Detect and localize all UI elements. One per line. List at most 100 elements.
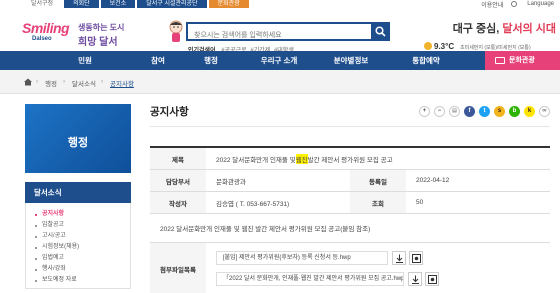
sidebar-header: 행정: [25, 104, 131, 173]
top-strip: 달서구청 의회단 보건소 달서구 시설관리공단 문화관광 이용안내 Langua…: [0, 0, 560, 9]
title-divider: [150, 126, 550, 127]
sidebar-item-announcement[interactable]: 고시/공고: [26, 231, 130, 242]
sidebar-item-press[interactable]: 보도예정 자료: [26, 275, 130, 286]
sidebar-item-recruit[interactable]: 시험정보(채용): [26, 242, 130, 253]
sidebar-section[interactable]: 달서소식: [25, 182, 131, 203]
sidebar-item-bid[interactable]: 입찰공고: [26, 220, 130, 231]
title-post: 발간 제안서 평가위원 모집 공고: [307, 156, 393, 164]
shrink-button[interactable]: −: [434, 106, 445, 117]
post-title: 2022 달서문화만개 인재풀 및 웹진 발간 제안서 평가위원 모집 공고: [206, 148, 550, 169]
air-quality: 초미세먼지 (보통)/미세먼지 (보통): [460, 45, 531, 51]
site-tab[interactable]: 달서구 시설관리공단: [137, 0, 207, 8]
attachment-label: 첨부파일목록: [150, 243, 206, 293]
breadcrumb-separator: ›: [63, 78, 66, 85]
breadcrumb-current[interactable]: 공지사항: [110, 78, 134, 88]
language-label: Language: [527, 1, 554, 8]
language-select[interactable]: Language: [511, 0, 554, 8]
breadcrumb: › 행정 › 달서소식 › 공지사항: [0, 70, 560, 94]
culture-tour-button[interactable]: 문화관광: [485, 51, 560, 70]
writer-row: 작성자 김승엽 ( T. 053-667-5731) 조회 50: [150, 192, 550, 214]
breadcrumb-item[interactable]: 달서소식: [72, 78, 96, 88]
district-slogan: 대구 중심, 달서의 시대: [453, 20, 556, 36]
culture-label: 문화관광: [509, 57, 535, 64]
nav-item[interactable]: 우리구 소개: [249, 51, 309, 70]
logo-subtext: Dalseo: [32, 36, 52, 42]
post-table: 제목 2022 달서문화만개 인재풀 및 웹진 발간 제안서 평가위원 모집 공…: [150, 146, 550, 293]
post-body: 2022 달서문화만개 인재풀 및 웹진 발간 제안서 평가위원 모집 공고(붙…: [160, 226, 371, 233]
nav-item[interactable]: 행정: [186, 51, 236, 70]
page-title: 공지사항: [150, 106, 189, 118]
sidebar-item-notice[interactable]: 공지사항: [26, 209, 130, 220]
globe-icon: [511, 0, 518, 7]
preview-icon: [428, 275, 437, 284]
nav-item[interactable]: 분야별정보: [321, 51, 381, 70]
link-copy-icon[interactable]: ∞: [539, 106, 550, 117]
download-button[interactable]: [392, 251, 406, 265]
date-label: 등록일: [350, 170, 406, 191]
dept-row: 담당부서 문화관광과 등록일 2022-04-12: [150, 170, 550, 192]
sidebar-item-events[interactable]: 행사/강좌: [26, 264, 130, 275]
main-nav: 민원 참여 행정 우리구 소개 분야별정보 통합예약 문화관광: [0, 51, 560, 70]
print-button[interactable]: ▤: [449, 106, 460, 117]
nav-item[interactable]: 통합예약: [396, 51, 456, 70]
writer-label: 작성자: [150, 192, 206, 213]
site-tab[interactable]: 의회단: [64, 0, 99, 8]
attachment-row: 첨부파일목록 [붙임] 제안서 평가위원(후보자) 등록 신청서 등.hwp 「…: [150, 243, 550, 293]
search-icon: [375, 26, 386, 37]
nav-item[interactable]: 민원: [60, 51, 110, 70]
top-utility: 이용안내 Language: [473, 0, 554, 9]
site-logo[interactable]: Smiling Dalseo 생동하는 도시 희망 달서: [22, 20, 137, 48]
slogan-line2: 희망 달서: [78, 37, 118, 48]
header: Smiling Dalseo 생동하는 도시 희망 달서 인기검색어 #공공근로…: [0, 8, 560, 54]
breadcrumb-item[interactable]: 행정: [45, 78, 57, 88]
site-tab[interactable]: 문화관광: [208, 0, 249, 8]
kakaostory-icon[interactable]: s: [494, 106, 505, 117]
main-content: 공지사항 + − ▤ f t s b k ∞ 제목 2022 달서문화만개 인재…: [150, 104, 550, 293]
breadcrumb-separator: ›: [101, 78, 104, 85]
slogan-pre: 대구 중심,: [452, 23, 500, 35]
download-icon: [396, 254, 403, 263]
site-tabs: 달서구청 의회단 보건소 달서구 시설관리공단 문화관광: [22, 0, 251, 8]
expand-button[interactable]: +: [419, 106, 430, 117]
search-button[interactable]: [371, 22, 390, 41]
site-tab[interactable]: 달서구청: [22, 0, 63, 8]
slogan-post: 달서의 시대: [502, 23, 556, 35]
views-value: 50: [416, 199, 424, 206]
facebook-icon[interactable]: f: [464, 106, 475, 117]
download-button[interactable]: [408, 272, 422, 286]
sidebar-menu: 공지사항 입찰공고 고시/공고 시험정보(채용) 입법예고 행사/강좌 보도예정…: [25, 203, 131, 289]
dept-value: 문화관광과: [216, 178, 246, 186]
body-row: 2022 달서문화만개 인재풀 및 웹진 발간 제안서 평가위원 모집 공고(붙…: [150, 214, 550, 243]
title-label: 제목: [150, 148, 206, 169]
share-toolbar: + − ▤ f t s b k ∞: [415, 106, 550, 117]
attachment-file[interactable]: [붙임] 제안서 평가위원(후보자) 등록 신청서 등.hwp: [216, 251, 388, 265]
camera-icon: [495, 57, 505, 64]
nav-item[interactable]: 참여: [133, 51, 183, 70]
preview-button[interactable]: [425, 272, 439, 286]
search-box: [186, 22, 390, 43]
sidebar: 행정 달서소식 공지사항 입찰공고 고시/공고 시험정보(채용) 입법예고 행사…: [25, 104, 131, 293]
title-highlight: 웹진: [295, 153, 308, 164]
breadcrumb-separator: ›: [36, 78, 39, 85]
attachment-file[interactable]: 「2022 달서 문화만개, 인재풀·웹진 발간 제안서 평가위원 모집 공고.…: [216, 272, 404, 286]
date-value: 2022-04-12: [416, 177, 450, 184]
title-row: 제목 2022 달서문화만개 인재풀 및 웹진 발간 제안서 평가위원 모집 공…: [150, 148, 550, 170]
home-icon[interactable]: [24, 78, 32, 86]
slogan-line1: 생동하는 도시: [78, 23, 125, 32]
sidebar-item-legislation[interactable]: 입법예고: [26, 253, 130, 264]
temperature-value: 9.3°C: [434, 42, 455, 51]
views-label: 조회: [350, 192, 406, 213]
mascot-icon: [169, 20, 183, 42]
twitter-icon[interactable]: t: [479, 106, 490, 117]
blog-icon[interactable]: b: [509, 106, 520, 117]
dept-label: 담당부서: [150, 170, 206, 191]
search-input[interactable]: [188, 28, 368, 43]
site-tab[interactable]: 보건소: [100, 0, 136, 8]
download-icon: [412, 275, 419, 284]
writer-value: 김승엽 ( T. 053-667-5731): [216, 200, 290, 208]
logo-text: Smiling: [22, 20, 70, 36]
preview-icon: [412, 254, 421, 263]
temperature: 9.3°C: [424, 42, 454, 51]
kakaotalk-icon[interactable]: k: [524, 106, 535, 117]
preview-button[interactable]: [409, 251, 423, 265]
